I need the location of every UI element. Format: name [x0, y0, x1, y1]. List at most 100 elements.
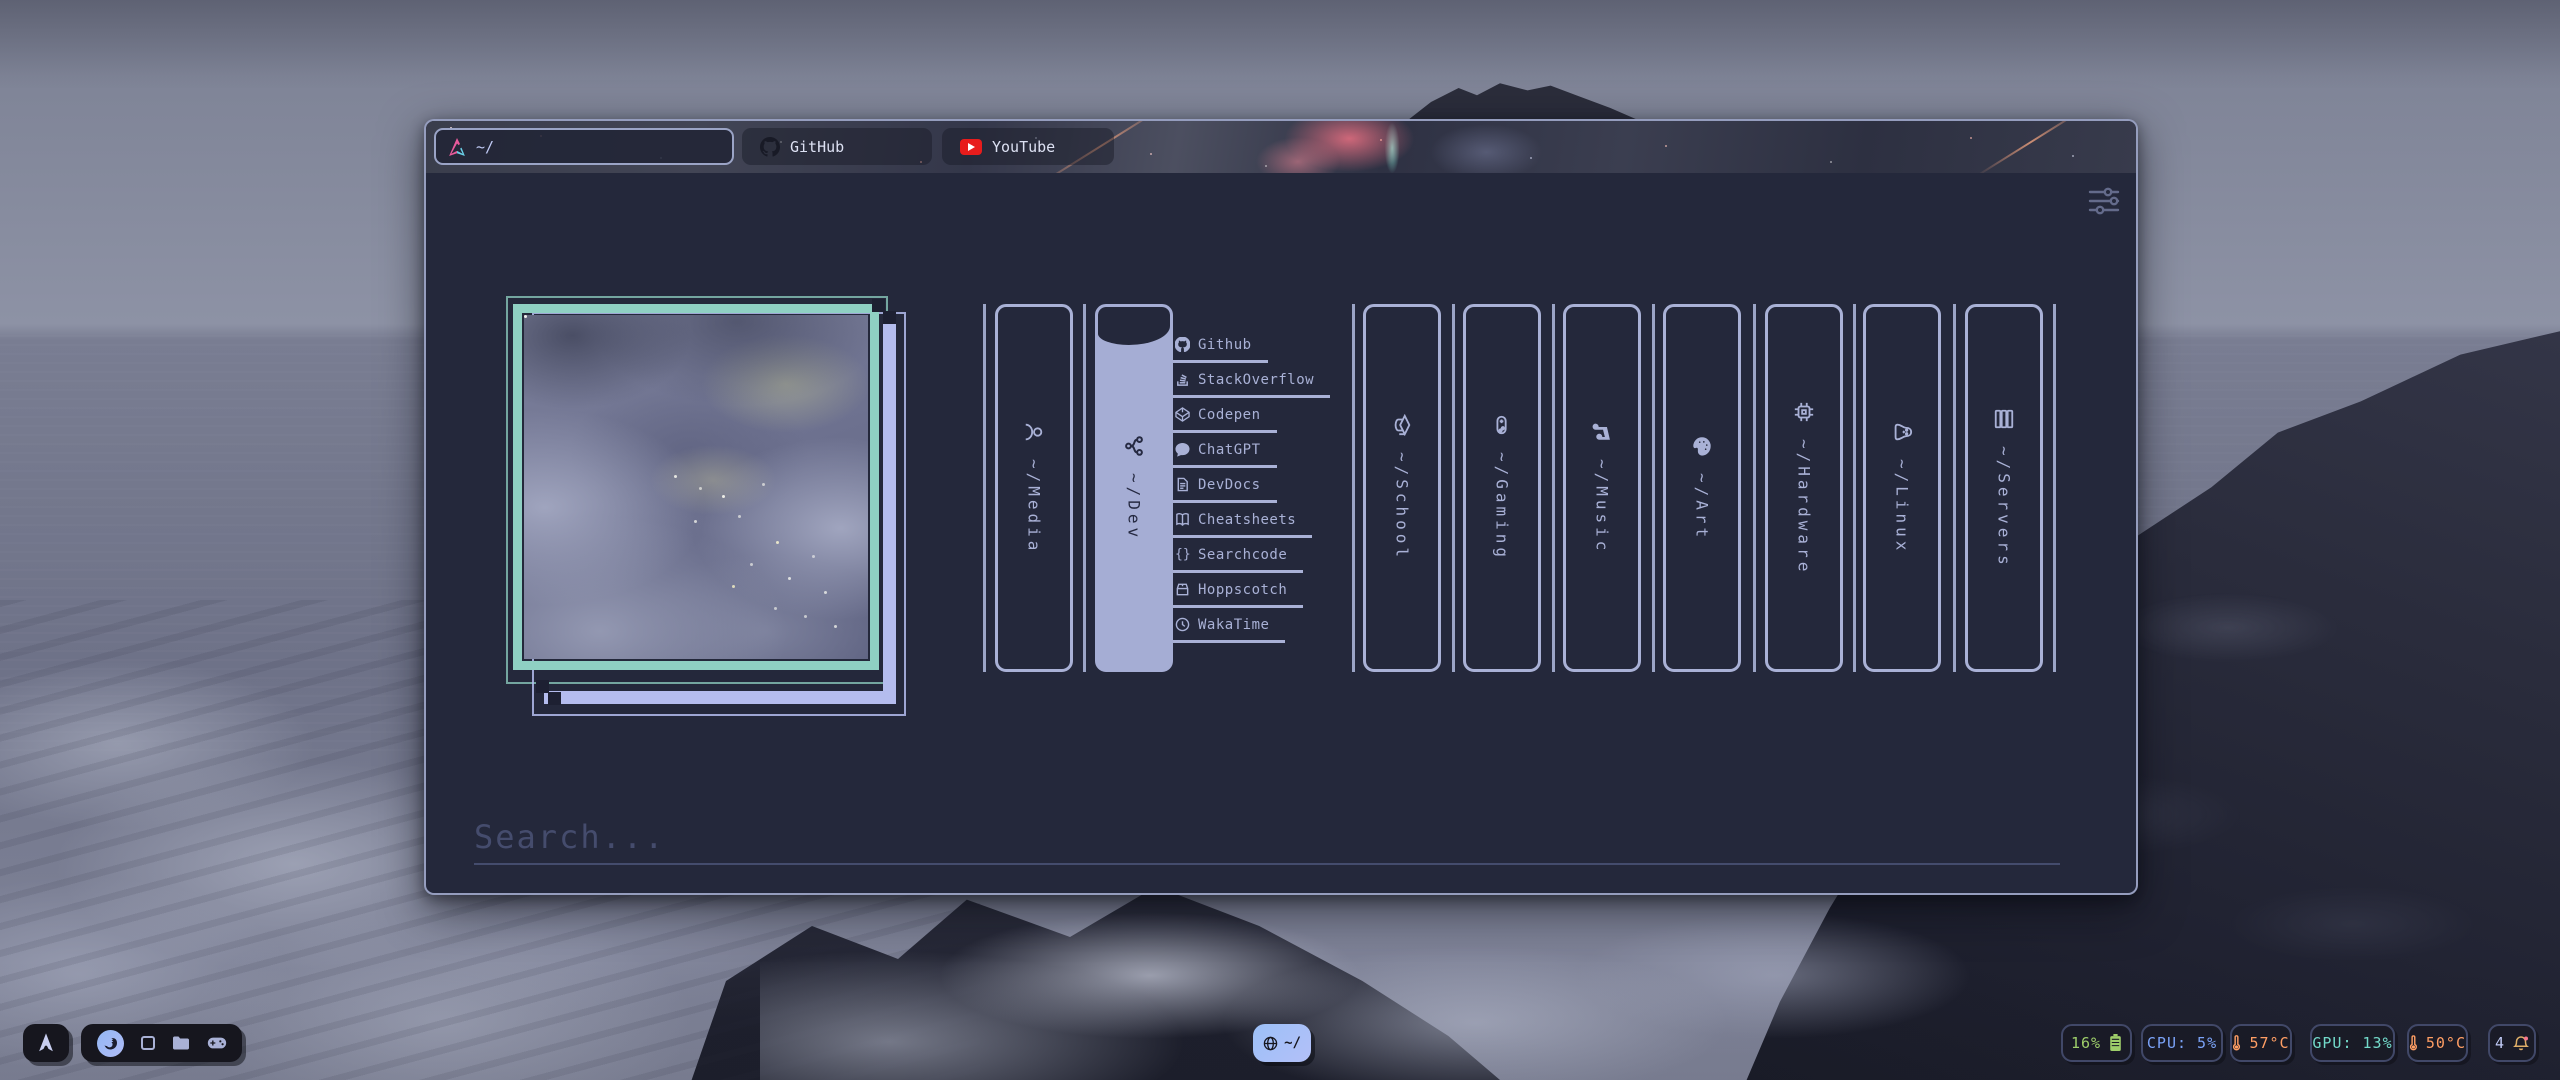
tab-github[interactable]: GitHub	[742, 128, 932, 165]
category-hardware[interactable]: ~/Hardware	[1765, 304, 1843, 672]
link-label: Hoppscotch	[1198, 582, 1287, 598]
link-wakatime[interactable]: WakaTime	[1173, 613, 1285, 643]
launcher-button[interactable]	[23, 1024, 69, 1062]
category-art[interactable]: ~/Art	[1663, 304, 1741, 672]
cpu-widget[interactable]: CPU: 5%	[2141, 1024, 2223, 1062]
category-label: ~/School	[1393, 452, 1412, 561]
graduation-cap-icon	[1391, 414, 1413, 436]
window-title-text: ~/	[1284, 1035, 1301, 1051]
thermometer-icon	[2232, 1034, 2241, 1052]
category-label: ~/Dev	[1125, 473, 1144, 541]
penguin-icon	[1891, 421, 1913, 443]
gpu-temp-value: 50°C	[2426, 1034, 2466, 1052]
gpu-temp-widget[interactable]: 50°C	[2407, 1024, 2468, 1062]
bookend-divider	[1853, 304, 1856, 672]
category-music[interactable]: ~/Music	[1563, 304, 1641, 672]
bookend-divider	[2053, 304, 2056, 672]
active-window-title[interactable]: ~/	[1253, 1024, 1311, 1062]
category-dev[interactable]: ~/Dev	[1095, 304, 1173, 672]
workspace-firefox-active[interactable]	[97, 1030, 124, 1057]
stack-icon	[1175, 372, 1190, 387]
link-label: Codepen	[1198, 407, 1261, 423]
link-label: Cheatsheets	[1198, 512, 1296, 528]
tab-label: GitHub	[790, 138, 844, 156]
music-note-icon	[1591, 421, 1613, 443]
folder-icon[interactable]	[172, 1035, 190, 1051]
bookend-divider	[1452, 304, 1455, 672]
link-label: Searchcode	[1198, 547, 1287, 563]
chat-bubble-icon	[1175, 442, 1190, 457]
link-stackoverflow[interactable]: StackOverflow	[1173, 368, 1330, 398]
notification-count: 4	[2495, 1034, 2505, 1052]
link-hoppscotch[interactable]: Hoppscotch	[1173, 578, 1303, 608]
arch-logo-icon	[448, 138, 466, 156]
category-label: ~/Hardware	[1795, 439, 1814, 575]
category-linux[interactable]: ~/Linux	[1863, 304, 1941, 672]
hoppscotch-icon	[1175, 582, 1190, 597]
link-label: DevDocs	[1198, 477, 1261, 493]
url-bar[interactable]: ~/	[434, 128, 734, 165]
link-label: WakaTime	[1198, 617, 1269, 633]
braces-icon: {}	[1175, 547, 1190, 562]
cpu-value: CPU: 5%	[2147, 1034, 2217, 1052]
workspace-dock	[81, 1024, 242, 1062]
featured-artwork	[506, 296, 908, 720]
battery-value: 16%	[2071, 1034, 2101, 1052]
gpu-value: GPU: 13%	[2312, 1034, 2392, 1052]
square-outline-icon[interactable]	[141, 1036, 155, 1050]
link-label: StackOverflow	[1198, 372, 1314, 388]
url-text: ~/	[476, 138, 494, 156]
arch-logo-icon	[35, 1032, 57, 1054]
link-github[interactable]: Github	[1173, 333, 1268, 363]
category-label: ~/Gaming	[1493, 452, 1512, 561]
link-chatgpt[interactable]: ChatGPT	[1173, 438, 1277, 468]
sliders-icon[interactable]	[2088, 187, 2120, 215]
youtube-icon	[960, 139, 982, 155]
category-servers[interactable]: ~/Servers	[1965, 304, 2043, 672]
book-icon	[1175, 512, 1190, 527]
dev-links-list: Github StackOverflow Codepen ChatGPT Dev…	[1173, 333, 1330, 648]
search-input[interactable]	[474, 811, 2060, 865]
category-gaming[interactable]: ~/Gaming	[1463, 304, 1541, 672]
person-icon	[1023, 421, 1045, 443]
tab-label: YouTube	[992, 138, 1055, 156]
palette-icon	[1691, 435, 1713, 457]
alert-dot	[2524, 1036, 2528, 1040]
link-label: ChatGPT	[1198, 442, 1261, 458]
clock-icon	[1175, 617, 1190, 632]
link-label: Github	[1198, 337, 1252, 353]
link-cheatsheets[interactable]: Cheatsheets	[1173, 508, 1312, 538]
bookend-divider	[1352, 304, 1355, 672]
frame-corner-handle	[548, 692, 561, 705]
thermometer-icon	[2409, 1034, 2418, 1052]
category-label: ~/Linux	[1893, 459, 1912, 554]
cloud-painting	[524, 315, 868, 659]
link-searchcode[interactable]: {} Searchcode	[1173, 543, 1303, 573]
gamepad-icon[interactable]	[207, 1036, 227, 1050]
bookend-divider	[1083, 304, 1086, 672]
document-icon	[1175, 477, 1190, 492]
star-speckles	[524, 315, 527, 318]
gamepad-icon	[1491, 414, 1513, 436]
bell-icon	[2513, 1035, 2529, 1052]
notifications-widget[interactable]: 4	[2488, 1024, 2536, 1062]
browser-window: ~/ GitHub YouTube	[424, 119, 2138, 895]
link-devdocs[interactable]: DevDocs	[1173, 473, 1277, 503]
category-media[interactable]: ~/Media	[995, 304, 1073, 672]
category-label: ~/Art	[1693, 473, 1712, 541]
category-school[interactable]: ~/School	[1363, 304, 1441, 672]
category-label: ~/Media	[1025, 459, 1044, 554]
github-icon	[760, 137, 780, 157]
bookend-divider	[1552, 304, 1555, 672]
cpu-temp-value: 57°C	[2249, 1034, 2289, 1052]
link-codepen[interactable]: Codepen	[1173, 403, 1277, 433]
firefox-icon	[102, 1035, 119, 1052]
cpu-temp-widget[interactable]: 57°C	[2230, 1024, 2292, 1062]
tab-youtube[interactable]: YouTube	[942, 128, 1114, 165]
server-rack-icon	[1993, 408, 2015, 430]
battery-widget[interactable]: 16%	[2061, 1024, 2132, 1062]
chip-icon	[1793, 401, 1815, 423]
category-label: ~/Servers	[1995, 446, 2014, 569]
bookend-divider	[1652, 304, 1655, 672]
gpu-widget[interactable]: GPU: 13%	[2310, 1024, 2395, 1062]
